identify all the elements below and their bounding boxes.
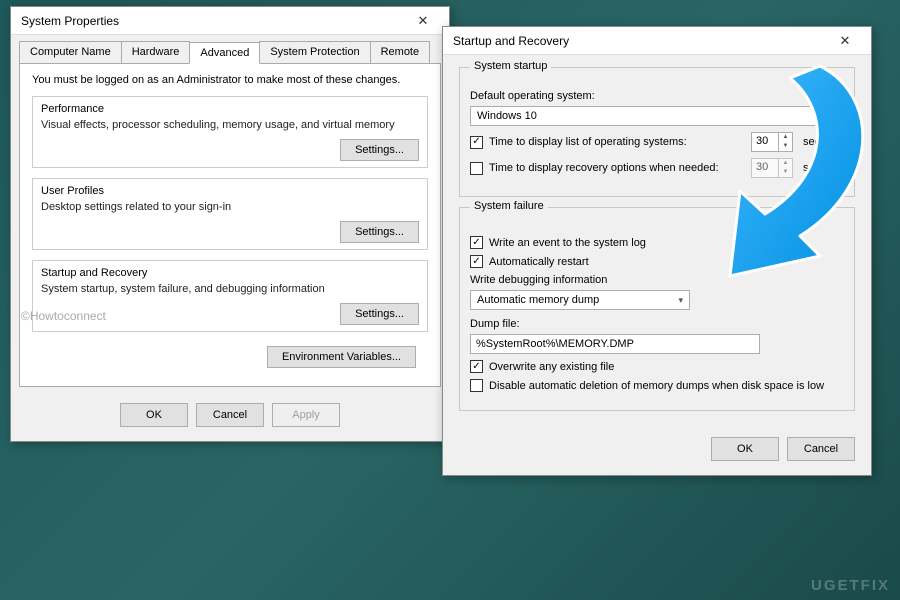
default-os-value: Windows 10 (477, 110, 537, 122)
startup-recovery-settings-button[interactable]: Settings... (340, 303, 419, 325)
tab-remote[interactable]: Remote (370, 41, 431, 63)
disable-delete-checkbox[interactable] (470, 379, 483, 392)
dump-file-input[interactable]: %SystemRoot%\MEMORY.DMP (470, 334, 760, 354)
default-os-select[interactable]: Windows 10 ▾ (470, 106, 844, 126)
time-list-label: Time to display list of operating system… (489, 136, 745, 148)
spinner-value: 30 (752, 159, 778, 177)
user-profiles-desc: Desktop settings related to your sign-in (41, 201, 419, 213)
write-event-checkbox[interactable]: ✓ (470, 236, 483, 249)
tab-strip: Computer Name Hardware Advanced System P… (19, 41, 441, 64)
dump-file-label: Dump file: (470, 318, 844, 330)
debug-info-select[interactable]: Automatic memory dump ▾ (470, 290, 690, 310)
time-list-spinner[interactable]: 30 ▲▼ (751, 132, 793, 152)
user-profiles-settings-button[interactable]: Settings... (340, 221, 419, 243)
default-os-label: Default operating system: (470, 90, 844, 102)
overwrite-checkbox[interactable]: ✓ (470, 360, 483, 373)
tab-computer-name[interactable]: Computer Name (19, 41, 122, 63)
ok-button[interactable]: OK (120, 403, 188, 427)
close-icon[interactable]: ✕ (825, 29, 865, 53)
tab-hardware[interactable]: Hardware (121, 41, 191, 63)
close-icon[interactable]: ✕ (403, 9, 443, 33)
performance-desc: Visual effects, processor scheduling, me… (41, 119, 419, 131)
startup-recovery-title: Startup and Recovery (41, 267, 419, 279)
tab-advanced[interactable]: Advanced (189, 42, 260, 64)
time-recovery-checkbox[interactable] (470, 162, 483, 175)
titlebar: System Properties ✕ (11, 7, 449, 35)
write-event-label: Write an event to the system log (489, 237, 646, 249)
tab-system-protection[interactable]: System Protection (259, 41, 370, 63)
dialog-body: System startup Default operating system:… (443, 55, 871, 427)
cancel-button[interactable]: Cancel (787, 437, 855, 461)
auto-restart-checkbox[interactable]: ✓ (470, 255, 483, 268)
cancel-button[interactable]: Cancel (196, 403, 264, 427)
environment-variables-button[interactable]: Environment Variables... (267, 346, 416, 368)
ok-button[interactable]: OK (711, 437, 779, 461)
debug-info-label: Write debugging information (470, 274, 844, 286)
titlebar: Startup and Recovery ✕ (443, 27, 871, 55)
disable-delete-label: Disable automatic deletion of memory dum… (489, 380, 824, 392)
apply-button: Apply (272, 403, 340, 427)
spinner-value: 30 (752, 133, 778, 151)
performance-title: Performance (41, 103, 419, 115)
startup-recovery-window: Startup and Recovery ✕ System startup De… (442, 26, 872, 476)
auto-restart-label: Automatically restart (489, 256, 589, 268)
time-list-unit: seconds (803, 136, 844, 148)
tab-body: You must be logged on as an Administrato… (19, 64, 441, 387)
time-recovery-spinner: 30 ▲▼ (751, 158, 793, 178)
watermark-text: UGETFIX (811, 577, 890, 594)
intro-text: You must be logged on as an Administrato… (32, 74, 428, 86)
performance-group: Performance Visual effects, processor sc… (32, 96, 428, 168)
chevron-down-icon: ▾ (832, 111, 837, 122)
dialog-buttons: OK Cancel Apply (11, 393, 449, 441)
system-failure-fieldset: System failure ✓ Write an event to the s… (459, 207, 855, 411)
system-startup-legend: System startup (470, 60, 551, 72)
time-recovery-label: Time to display recovery options when ne… (489, 162, 745, 174)
time-recovery-unit: seconds (803, 162, 844, 174)
dialog-buttons: OK Cancel (443, 427, 871, 475)
user-profiles-title: User Profiles (41, 185, 419, 197)
window-title: Startup and Recovery (453, 34, 825, 48)
performance-settings-button[interactable]: Settings... (340, 139, 419, 161)
system-startup-fieldset: System startup Default operating system:… (459, 67, 855, 197)
system-failure-legend: System failure (470, 200, 548, 212)
overwrite-label: Overwrite any existing file (489, 361, 614, 373)
attribution-text: ©Howtoconnect (21, 309, 106, 323)
system-properties-window: System Properties ✕ Computer Name Hardwa… (10, 6, 450, 442)
chevron-down-icon: ▾ (678, 295, 683, 306)
time-list-checkbox[interactable]: ✓ (470, 136, 483, 149)
window-title: System Properties (21, 14, 403, 28)
startup-recovery-desc: System startup, system failure, and debu… (41, 283, 419, 295)
debug-info-value: Automatic memory dump (477, 294, 599, 306)
user-profiles-group: User Profiles Desktop settings related t… (32, 178, 428, 250)
